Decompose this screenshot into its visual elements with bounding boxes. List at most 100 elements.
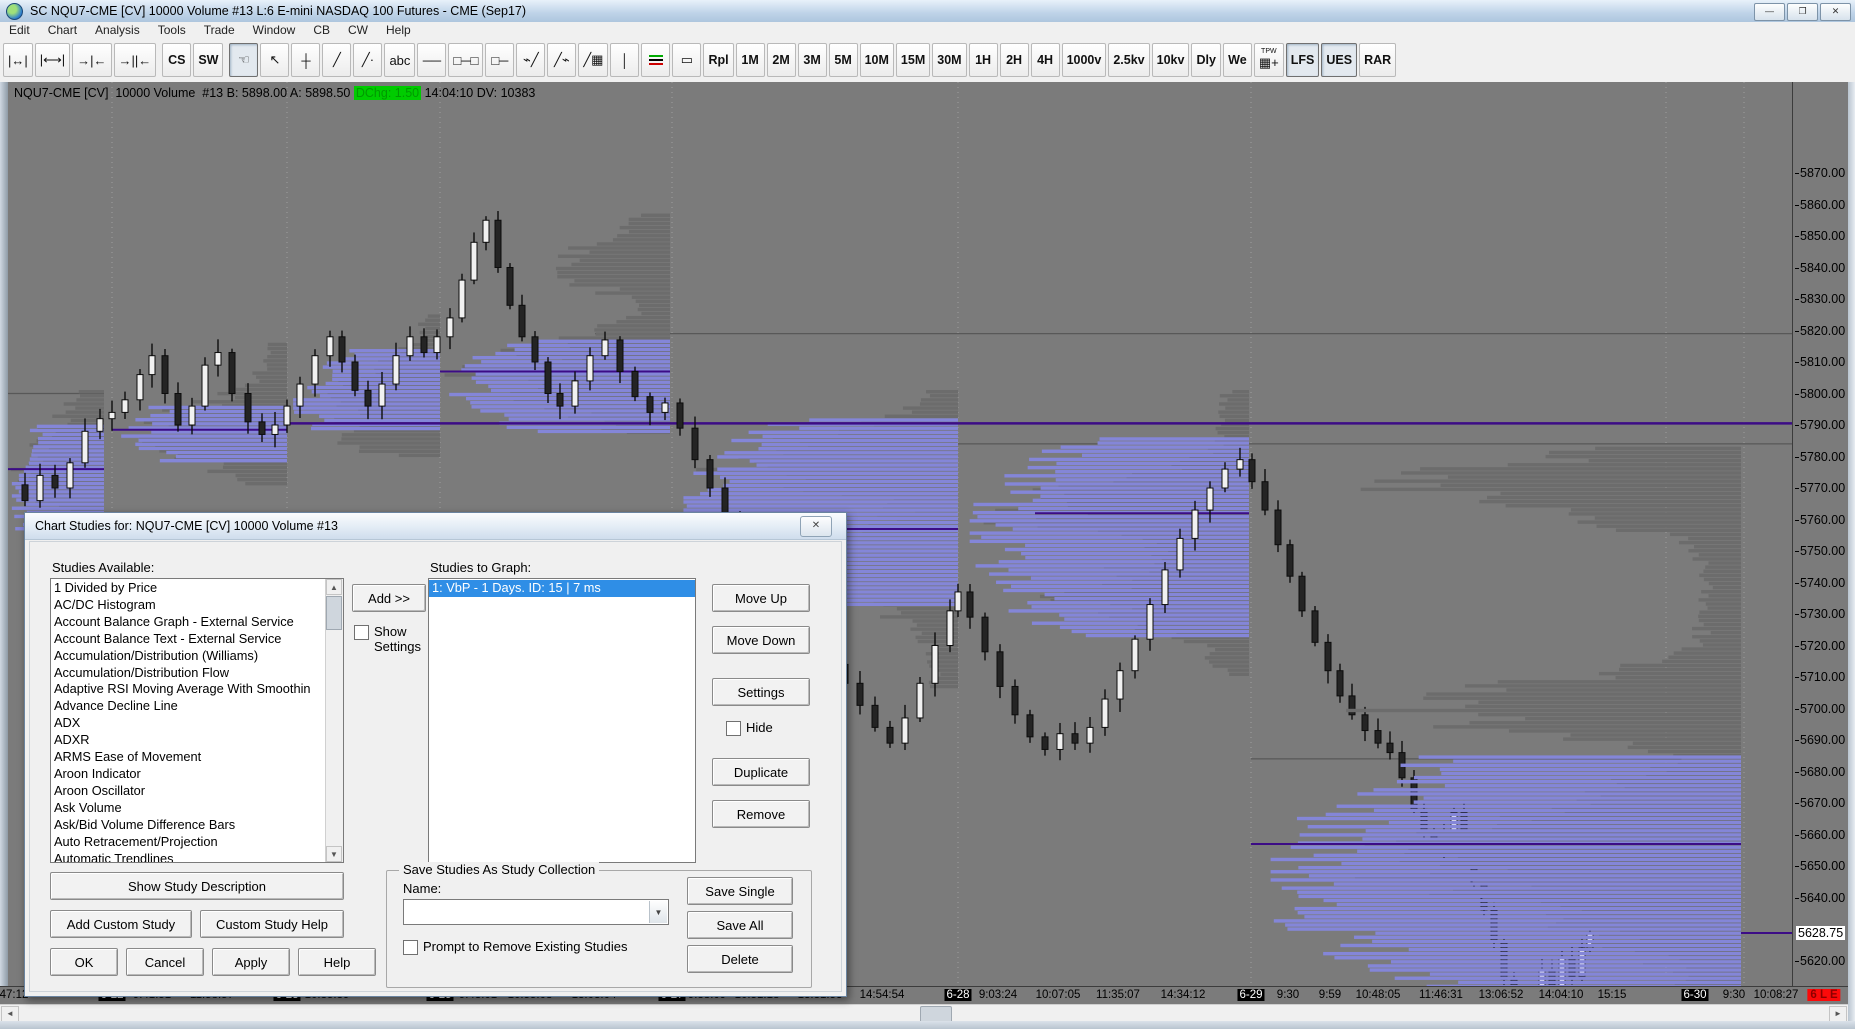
timeframe-2h-button[interactable]: 2H xyxy=(999,43,1029,77)
checkbox-box[interactable] xyxy=(354,625,369,640)
delete-button[interactable]: Delete xyxy=(687,945,793,973)
duplicate-button[interactable]: Duplicate xyxy=(712,758,810,786)
toolbar-cs-button[interactable]: CS xyxy=(162,43,192,77)
ray-tool-button[interactable]: ╱· xyxy=(353,43,383,77)
timeframe-3m-button[interactable]: 3M xyxy=(797,43,827,77)
timeframe-dly-button[interactable]: Dly xyxy=(1191,43,1221,77)
move-up-button[interactable]: Move Up xyxy=(712,584,810,612)
horizontal-scrollbar[interactable]: ◄ ► xyxy=(0,1004,1848,1023)
maximize-button[interactable]: ❐ xyxy=(1787,3,1818,21)
horizontal-line-tool-button[interactable]: ── xyxy=(417,43,447,77)
pointer-tool-button[interactable]: ↖ xyxy=(260,43,290,77)
menu-edit[interactable]: Edit xyxy=(0,23,39,37)
study-list-item[interactable]: Ask/Bid Volume Difference Bars xyxy=(54,817,343,834)
timeframe-1m-button[interactable]: 1M xyxy=(735,43,765,77)
replay-button[interactable]: Rpl xyxy=(703,43,734,77)
list-scrollbar[interactable]: ▲ ▼ xyxy=(325,579,343,862)
study-list-item[interactable]: AC/DC Histogram xyxy=(54,597,343,614)
save-single-button[interactable]: Save Single xyxy=(687,877,793,905)
menu-trade[interactable]: Trade xyxy=(195,23,244,37)
minimize-button[interactable]: — xyxy=(1754,3,1785,21)
study-list-item[interactable]: Aroon Indicator xyxy=(54,766,343,783)
dialog-close-icon[interactable]: ✕ xyxy=(800,516,832,537)
rectangle-tool-button[interactable]: ▭ xyxy=(672,43,702,77)
extended-line-tool-button[interactable]: □─ xyxy=(485,43,515,77)
graphed-study-item[interactable]: 1: VbP - 1 Days. ID: 15 | 7 ms xyxy=(429,580,695,597)
study-list-item[interactable]: Advance Decline Line xyxy=(54,698,343,715)
menu-cw[interactable]: CW xyxy=(339,23,377,37)
timeframe-30m-button[interactable]: 30M xyxy=(932,43,967,77)
timeframe-5m-button[interactable]: 5M xyxy=(828,43,858,77)
study-list-item[interactable]: Accumulation/Distribution (Williams) xyxy=(54,648,343,665)
study-list-item[interactable]: Accumulation/Distribution Flow xyxy=(54,665,343,682)
show-settings-checkbox[interactable]: Show Settings xyxy=(354,624,434,654)
trendline-tool-button[interactable]: ╱ xyxy=(322,43,352,77)
timeframe-15m-button[interactable]: 15M xyxy=(895,43,931,77)
checkbox-box[interactable] xyxy=(726,721,741,736)
timeframe-1000v-button[interactable]: 1000v xyxy=(1061,43,1107,77)
close-button[interactable]: ✕ xyxy=(1820,3,1851,21)
study-list-item[interactable]: ADXR xyxy=(54,732,343,749)
tpw-grid-button[interactable]: TPW ▦+ xyxy=(1253,43,1284,77)
menu-analysis[interactable]: Analysis xyxy=(86,23,149,37)
squeeze-bars-icon[interactable]: →|← xyxy=(72,43,112,77)
crosshair-tool-button[interactable]: ┼ xyxy=(291,43,321,77)
study-list-item[interactable]: Auto Retracement/Projection xyxy=(54,834,343,851)
zigzag2-tool-button[interactable]: ╱⌁ xyxy=(547,43,577,77)
prompt-remove-checkbox[interactable]: Prompt to Remove Existing Studies xyxy=(403,939,627,955)
menu-help[interactable]: Help xyxy=(377,23,420,37)
toolbar-ues-button[interactable]: UES xyxy=(1321,43,1358,77)
menu-chart[interactable]: Chart xyxy=(39,23,86,37)
horizontal-ray-tool-button[interactable]: □─□ xyxy=(448,43,484,77)
study-list-item[interactable]: Account Balance Text - External Service xyxy=(54,631,343,648)
scroll-down-icon[interactable]: ▼ xyxy=(326,846,342,862)
study-list-item[interactable]: Aroon Oscillator xyxy=(54,783,343,800)
study-price-lines-button[interactable] xyxy=(641,43,671,77)
studies-available-list[interactable]: 1 Divided by Price AC/DC Histogram Account… xyxy=(50,578,344,863)
vertical-line-tool-button[interactable]: │ xyxy=(610,43,640,77)
scroll-up-icon[interactable]: ▲ xyxy=(326,579,342,595)
zigzag-tool-button[interactable]: ⌁╱ xyxy=(516,43,546,77)
toolbar-sw-button[interactable]: SW xyxy=(193,43,224,77)
bar-spacing-increase-icon[interactable]: |⟷| xyxy=(34,43,71,77)
timeframe-2m-button[interactable]: 2M xyxy=(766,43,796,77)
remove-button[interactable]: Remove xyxy=(712,800,810,828)
toolbar-rar-button[interactable]: RAR xyxy=(1359,43,1397,77)
toolbar-lfs-button[interactable]: LFS xyxy=(1285,43,1320,77)
study-list-item[interactable]: Account Balance Graph - External Service xyxy=(54,614,343,631)
study-list-item[interactable]: ADX xyxy=(54,715,343,732)
cancel-button[interactable]: Cancel xyxy=(126,948,204,976)
settings-button[interactable]: Settings xyxy=(712,678,810,706)
apply-button[interactable]: Apply xyxy=(212,948,290,976)
save-all-button[interactable]: Save All xyxy=(687,911,793,939)
studies-to-graph-list[interactable]: 1: VbP - 1 Days. ID: 15 | 7 ms xyxy=(428,578,696,863)
timeframe-10m-button[interactable]: 10M xyxy=(859,43,894,77)
scroll-thumb[interactable] xyxy=(326,596,342,630)
study-list-item[interactable]: Ask Volume xyxy=(54,800,343,817)
timeframe-1h-button[interactable]: 1H xyxy=(968,43,998,77)
add-custom-study-button[interactable]: Add Custom Study xyxy=(50,910,192,938)
hide-checkbox[interactable]: Hide xyxy=(726,720,773,736)
study-list-item[interactable]: 1 Divided by Price xyxy=(54,580,343,597)
show-study-description-button[interactable]: Show Study Description xyxy=(50,872,344,900)
ok-button[interactable]: OK xyxy=(50,948,118,976)
hand-tool-button[interactable]: ☜ xyxy=(229,43,259,77)
calculator-line-tool-button[interactable]: ╱▦ xyxy=(578,43,609,77)
timeframe-we-button[interactable]: We xyxy=(1222,43,1252,77)
help-button[interactable]: Help xyxy=(298,948,376,976)
price-axis[interactable]: 5590.005600.005610.005620.005640.005650.… xyxy=(1792,82,1849,1029)
dialog-title-bar[interactable]: Chart Studies for: NQU7-CME [CV] 10000 V… xyxy=(25,513,846,540)
study-list-item[interactable]: Automatic Trendlines xyxy=(54,851,343,863)
title-bar[interactable]: SC NQU7-CME [CV] 10000 Volume #13 L:6 E-… xyxy=(0,0,1855,23)
text-tool-button[interactable]: abc xyxy=(384,43,416,77)
add-button[interactable]: Add >> xyxy=(352,584,426,612)
menu-cb[interactable]: CB xyxy=(304,23,339,37)
custom-study-help-button[interactable]: Custom Study Help xyxy=(200,910,344,938)
timeframe-4h-button[interactable]: 4H xyxy=(1030,43,1060,77)
menu-tools[interactable]: Tools xyxy=(149,23,195,37)
study-list-item[interactable]: ARMS Ease of Movement xyxy=(54,749,343,766)
study-list-item[interactable]: Adaptive RSI Moving Average With Smoothi… xyxy=(54,681,343,698)
timeframe-10kv-button[interactable]: 10kv xyxy=(1151,43,1190,77)
chevron-down-icon[interactable]: ▼ xyxy=(649,901,667,923)
bar-spacing-decrease-icon[interactable]: |↔| xyxy=(3,43,33,77)
